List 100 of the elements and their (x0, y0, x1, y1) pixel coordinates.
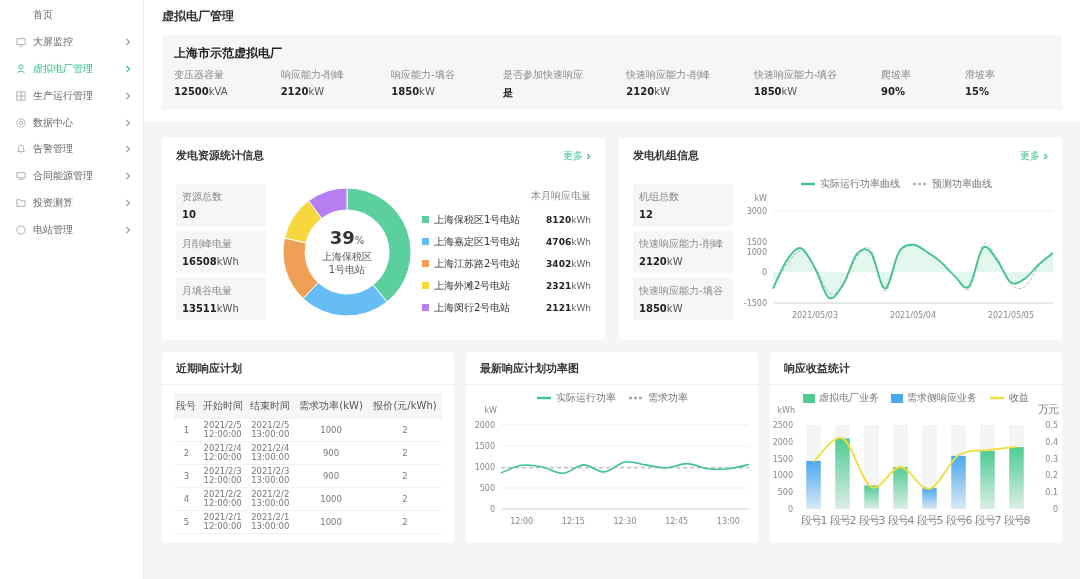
table-cell: 2 (402, 449, 408, 458)
table-cell: 2021/2/2 12:00:00 (203, 490, 242, 508)
field-value: 15% (965, 86, 990, 97)
card-title: 发电机组信息 (633, 149, 699, 163)
table-cell: 3 (183, 472, 190, 481)
user-icon (16, 64, 26, 74)
column-header: 需求功率(kW) (294, 393, 369, 419)
chevron-icon (1043, 152, 1048, 160)
station-name: 上海闵行2号电站 (434, 300, 512, 315)
table-cell: 2021/2/3 12:00:00 (203, 467, 242, 485)
field-label: 响应能力-削峰 (280, 68, 346, 82)
field-label: 快速响应能力-削峰 (626, 68, 711, 82)
stat-value: 13511kWh (182, 302, 240, 314)
station-name: 上海外滩2号电站 (434, 278, 512, 293)
table-cell: 900 (322, 449, 340, 458)
axis-tick-label: 2021/05/05 (987, 310, 1034, 320)
axis-tick-label: -1500 (743, 298, 767, 308)
legend-label: 需求功率 (648, 391, 688, 405)
stat-label: 快速响应能力-填谷 (639, 283, 724, 298)
axis-tick-label: 段号5 (916, 514, 943, 527)
column-header: 段号 (174, 393, 199, 419)
table-cell: 2021/2/5 13:00:00 (251, 421, 290, 439)
axis-tick-label: 13:00 (716, 517, 740, 526)
axis-tick-label: 0.1 (1045, 488, 1058, 498)
field-label: 变压器容量 (174, 68, 225, 82)
axis-tick-label: 0 (787, 505, 793, 514)
stat-value: 12 (639, 208, 654, 220)
card-title: 响应收益统计 (784, 362, 850, 376)
stat-value: 2120kW (639, 255, 684, 267)
sidebar-item[interactable]: 电站管理 (0, 216, 143, 244)
field-label: 是否参加快速响应 (502, 68, 584, 82)
axis-tick-label: 1500 (772, 454, 793, 464)
axis-tick-label: 0.4 (1045, 437, 1058, 447)
axis-tick-label: 0.5 (1045, 421, 1058, 430)
bell-icon (16, 144, 26, 155)
axis-tick-label: 1500 (474, 442, 495, 451)
axis-tick-label: 500 (479, 484, 495, 493)
table-cell: 4 (183, 495, 190, 504)
card-title: 最新响应计划功率图 (480, 362, 579, 376)
table-cell: 2 (402, 472, 408, 481)
stat-label: 月填谷电量 (182, 283, 233, 298)
axis-tick-label: 2500 (772, 421, 793, 430)
legend-label: 实际运行功率曲线 (819, 176, 900, 191)
axis-tick-label: 段号1 (800, 514, 827, 527)
sidebar-item[interactable]: 大屏监控 (0, 28, 143, 56)
table-cell: 1000 (320, 518, 342, 527)
table-cell: 2 (402, 426, 408, 435)
legend-label: 虚拟电厂业务 (819, 391, 879, 405)
axis-tick-label: 1000 (474, 463, 495, 472)
table-cell: 2021/2/2 13:00:00 (251, 490, 290, 508)
legend-label: 预测功率曲线 (931, 176, 992, 191)
axis-tick-label: 2000 (474, 421, 495, 430)
station-value: 3402kWh (546, 258, 591, 269)
axis-tick-label: 段号8 (1003, 514, 1030, 527)
axis-tick-label: 段号6 (945, 514, 972, 527)
table-cell: 1000 (320, 495, 342, 504)
column-header: 报价(元/kWh) (368, 393, 442, 419)
sidebar-item[interactable]: 投资测算 (0, 189, 143, 217)
sidebar-item[interactable]: 合同能源管理 (0, 162, 143, 190)
axis-tick-label: 0.2 (1045, 471, 1058, 481)
station-name: 上海保税区1号电站 (434, 212, 522, 227)
chevron-icon (125, 145, 131, 154)
axis-title: kW (753, 193, 767, 203)
chevron-icon (586, 152, 591, 160)
stat-label: 快速响应能力-削峰 (639, 236, 724, 251)
sidebar-item[interactable]: 告警管理 (0, 136, 143, 163)
chevron-icon (125, 65, 131, 73)
table-cell: 1000 (320, 426, 342, 435)
chevron-icon (125, 38, 131, 47)
column-header: 结束时间 (246, 393, 294, 419)
axis-tick-label: 2021/05/04 (889, 310, 936, 320)
chevron-icon (125, 91, 131, 100)
field-label: 快速响应能力-填谷 (753, 68, 839, 82)
stat-label: 月削峰电量 (182, 236, 233, 251)
axis-title: kWh (777, 406, 795, 415)
table-cell: 1 (183, 426, 190, 435)
table-cell: 2021/2/1 12:00:00 (203, 513, 242, 531)
axis-tick-label: 12:30 (613, 517, 637, 526)
station-value: 2321kWh (546, 280, 591, 291)
field-label: 滑坡率 (965, 68, 997, 82)
field-value: 2120kW (626, 86, 671, 97)
axis-tick-label: 12:00 (510, 517, 534, 526)
screen-icon (16, 171, 26, 182)
axis-tick-label: 段号3 (858, 514, 885, 527)
monitor-icon (16, 37, 26, 48)
axis-tick-label: 段号7 (974, 514, 1001, 527)
sidebar-item[interactable]: 数据中心 (0, 109, 143, 136)
field-label: 响应能力-填谷 (391, 68, 456, 82)
field-value: 12500kVA (174, 86, 229, 97)
chevron-icon (125, 172, 131, 181)
target-icon (16, 117, 26, 128)
sidebar-item[interactable]: 首页 (0, 2, 143, 29)
table-cell: 2021/2/5 12:00:00 (203, 421, 242, 439)
stat-label: 资源总数 (182, 189, 223, 204)
axis-tick-label: 1500 (746, 237, 767, 247)
stat-value: 16508kWh (182, 255, 240, 267)
sidebar-item[interactable]: 生产运行管理 (0, 82, 143, 110)
axis-tick-label: 2021/05/03 (791, 310, 838, 320)
field-value: 90% (881, 86, 907, 97)
folder-icon (16, 197, 26, 208)
